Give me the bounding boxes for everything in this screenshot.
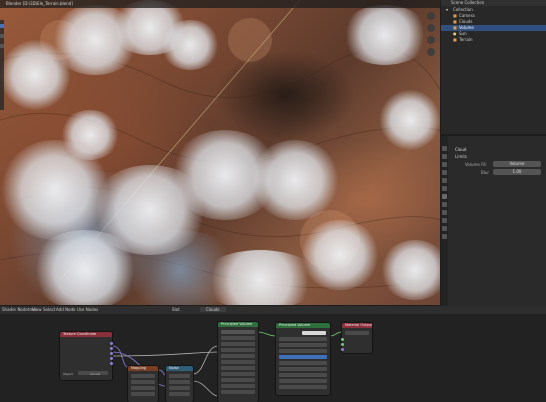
volume-absorption[interactable]	[221, 348, 255, 352]
surface-socket[interactable]	[341, 338, 344, 341]
volume-density-highlight[interactable]	[279, 355, 327, 359]
cloud	[30, 230, 140, 305]
output-socket[interactable]	[110, 362, 113, 365]
volume-field[interactable]	[279, 373, 327, 377]
node-header: Noise	[166, 366, 193, 371]
zoom-icon[interactable]	[427, 12, 435, 20]
field-label: Volume Fill	[465, 162, 487, 167]
render-tab-icon[interactable]	[442, 154, 447, 159]
navigation-gizmo	[426, 12, 436, 72]
camera-view-icon[interactable]	[427, 36, 435, 44]
node-header: Mapping	[128, 366, 158, 371]
data-tab-icon[interactable]	[442, 226, 447, 231]
volume-field[interactable]	[279, 379, 327, 383]
shader-editor[interactable]: Shader Nodetree View Select Add Node Use…	[0, 306, 546, 402]
output-socket[interactable]	[110, 352, 113, 355]
node-header: Principled Volume	[276, 323, 330, 328]
properties-panel: Cloud Limits Volume Fill Volume Blur 1.0…	[441, 136, 546, 306]
volume-socket[interactable]	[341, 343, 344, 346]
physics-tab-icon[interactable]	[442, 210, 447, 215]
principled-volume-node[interactable]: Principled Volume	[218, 322, 258, 402]
scene-tab-icon[interactable]	[442, 170, 447, 175]
outliner-title: Scene Collection	[451, 0, 485, 5]
noise-roughness[interactable]	[169, 392, 190, 396]
object-tab-icon[interactable]	[442, 186, 447, 191]
outliner-item[interactable]: ■ Terrain	[441, 37, 546, 43]
volume-field[interactable]	[279, 361, 327, 365]
volume-field[interactable]	[221, 372, 255, 376]
mapping-node[interactable]: Mapping	[128, 366, 158, 402]
3d-viewport[interactable]: Blender [D:\3D\Ele_Terrain.blend]	[0, 0, 440, 305]
world-tab-icon[interactable]	[442, 178, 447, 183]
pan-icon[interactable]	[427, 24, 435, 32]
volume-field[interactable]	[279, 385, 327, 389]
blur-field[interactable]: 1.00	[493, 169, 541, 175]
principled-volume-node[interactable]: Principled Volume	[276, 323, 330, 395]
constraints-tab-icon[interactable]	[442, 218, 447, 223]
object-name: Cloud	[455, 147, 467, 152]
viewport-header: Blender [D:\3D\Ele_Terrain.blend]	[0, 0, 440, 8]
section-header[interactable]: Limits	[455, 154, 467, 159]
noise-detail[interactable]	[169, 386, 190, 390]
toolbar	[0, 20, 4, 110]
volume-field[interactable]	[279, 337, 327, 341]
output-socket[interactable]	[110, 347, 113, 350]
output-tab-icon[interactable]	[442, 162, 447, 167]
node-header: Material Output	[342, 323, 372, 328]
cloud	[380, 90, 440, 150]
move-tool-icon[interactable]	[0, 44, 4, 48]
volume-field[interactable]	[279, 349, 327, 353]
mapping-type[interactable]	[131, 374, 155, 378]
output-socket[interactable]	[110, 342, 113, 345]
object-field-label: Object	[63, 372, 73, 376]
color-swatch[interactable]	[302, 331, 326, 335]
volume-blackbody[interactable]	[221, 360, 255, 364]
noise-scale[interactable]	[169, 380, 190, 384]
tool-tab-icon[interactable]	[442, 146, 447, 151]
volume-field[interactable]	[221, 378, 255, 382]
output-socket[interactable]	[110, 357, 113, 360]
mapping-scale[interactable]	[131, 392, 155, 396]
select-tool-icon[interactable]	[0, 24, 4, 28]
displacement-socket[interactable]	[341, 348, 344, 351]
texture-coordinate-node[interactable]: Texture Coordinate Object	[60, 332, 113, 380]
cloud	[160, 20, 220, 70]
volume-field[interactable]	[221, 384, 255, 388]
properties-tabs	[441, 136, 448, 306]
window-title: Blender [D:\3D\Ele_Terrain.blend]	[6, 1, 73, 6]
volume-field[interactable]	[279, 343, 327, 347]
volume-emission[interactable]	[221, 354, 255, 358]
particles-tab-icon[interactable]	[442, 202, 447, 207]
node-header: Principled Volume	[218, 322, 258, 327]
mapping-location[interactable]	[131, 380, 155, 384]
output-target[interactable]	[345, 331, 369, 335]
cloud	[0, 40, 70, 110]
noise-dimensions[interactable]	[169, 374, 190, 378]
volume-temperature[interactable]	[221, 366, 255, 370]
cloud	[250, 140, 340, 220]
noise-texture-node[interactable]: Noise	[166, 366, 193, 402]
mapping-rotation[interactable]	[131, 386, 155, 390]
material-output-node[interactable]: Material Output	[341, 323, 372, 353]
material-label: Clouds	[90, 372, 101, 376]
volume-field[interactable]	[221, 390, 255, 394]
volume-fill-field[interactable]: Volume	[493, 161, 541, 167]
volume-anisotropy[interactable]	[221, 342, 255, 346]
mesh-icon: ■	[453, 37, 457, 42]
outliner-panel: Scene Collection ▾ Collection ■ Camera ■…	[441, 0, 546, 134]
ortho-toggle-icon[interactable]	[427, 48, 435, 56]
node-header: Texture Coordinate	[60, 332, 112, 337]
volume-field[interactable]	[279, 367, 327, 371]
volume-color[interactable]	[221, 330, 255, 334]
cloud	[300, 220, 380, 290]
cloud	[60, 110, 120, 160]
cloud	[340, 5, 430, 65]
modifier-tab-icon[interactable]	[442, 194, 447, 199]
material-tab-icon[interactable]	[442, 234, 447, 239]
cursor-tool-icon[interactable]	[0, 34, 4, 38]
volume-density[interactable]	[221, 336, 255, 340]
field-label: Blur	[481, 170, 490, 175]
